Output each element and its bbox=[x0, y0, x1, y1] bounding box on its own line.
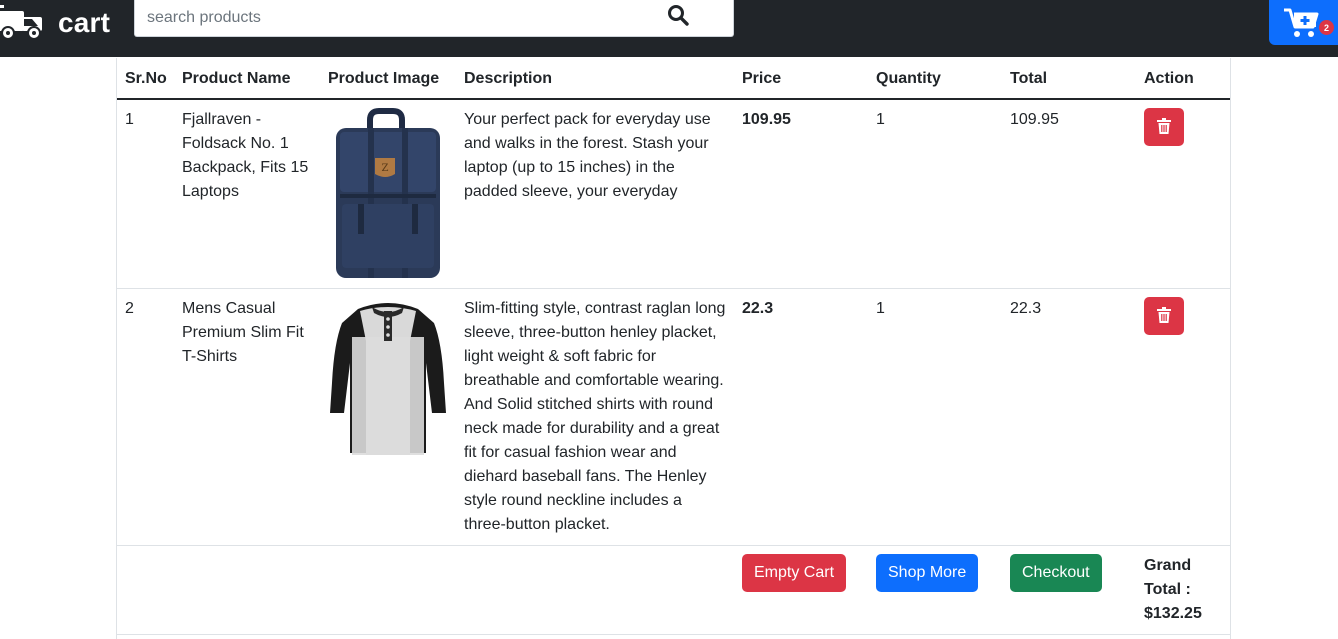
row-product-name: Fjallraven - Foldsack No. 1 Backpack, Fi… bbox=[174, 99, 320, 289]
cart-table: Sr.No Product Name Product Image Descrip… bbox=[117, 58, 1230, 635]
navbar: cart 2 bbox=[0, 0, 1338, 57]
trash-icon bbox=[1157, 306, 1171, 326]
empty-cart-button[interactable]: Empty Cart bbox=[742, 554, 847, 592]
row-action bbox=[1136, 99, 1230, 289]
table-row: 2 Mens Casual Premium Slim Fit T-Shirts bbox=[117, 288, 1230, 546]
search-box bbox=[134, 0, 734, 37]
header-product-image: Product Image bbox=[320, 58, 456, 100]
header-description: Description bbox=[456, 58, 734, 100]
row-price: 22.3 bbox=[734, 288, 868, 546]
row-total: 109.95 bbox=[1002, 99, 1136, 289]
cart-footer-row: Empty Cart Shop More Checkout Grand Tota… bbox=[117, 545, 1230, 635]
svg-text:Z: Z bbox=[382, 163, 389, 174]
row-price: 109.95 bbox=[734, 99, 868, 289]
header-total: Total bbox=[1002, 58, 1136, 100]
grand-total: Grand Total : $132.25 bbox=[1136, 545, 1230, 635]
delete-button[interactable] bbox=[1144, 297, 1184, 335]
search-button[interactable] bbox=[663, 2, 693, 32]
row-product-image bbox=[320, 288, 456, 546]
header-quantity: Quantity bbox=[868, 58, 1002, 100]
cart-count-badge: 2 bbox=[1319, 20, 1334, 35]
shop-more-button[interactable]: Shop More bbox=[876, 554, 979, 592]
brand[interactable]: cart bbox=[0, 3, 110, 43]
truck-icon bbox=[0, 3, 50, 43]
grand-total-value: $132.25 bbox=[1144, 605, 1202, 622]
checkout-button[interactable]: Checkout bbox=[1010, 554, 1102, 592]
table-header-row: Sr.No Product Name Product Image Descrip… bbox=[117, 58, 1230, 100]
row-sr-no: 1 bbox=[117, 99, 174, 289]
row-product-image: Z bbox=[320, 99, 456, 289]
row-total: 22.3 bbox=[1002, 288, 1136, 546]
row-description: Slim-fitting style, contrast raglan long… bbox=[456, 288, 734, 546]
cart-plus-icon bbox=[1283, 7, 1319, 39]
header-sr-no: Sr.No bbox=[117, 58, 174, 100]
backpack-image: Z bbox=[328, 108, 448, 280]
header-action: Action bbox=[1136, 58, 1230, 100]
search-icon bbox=[667, 4, 689, 31]
delete-button[interactable] bbox=[1144, 108, 1184, 146]
row-action bbox=[1136, 288, 1230, 546]
grand-total-label: Total : bbox=[1144, 581, 1191, 598]
cart-table-container: Sr.No Product Name Product Image Descrip… bbox=[116, 58, 1231, 639]
search-input[interactable] bbox=[135, 0, 655, 36]
row-sr-no: 2 bbox=[117, 288, 174, 546]
brand-name: cart bbox=[58, 7, 111, 38]
grand-total-label: Grand bbox=[1144, 557, 1192, 574]
table-row: 1 Fjallraven - Foldsack No. 1 Backpack, … bbox=[117, 99, 1230, 289]
cart-button[interactable]: 2 bbox=[1269, 0, 1338, 45]
row-quantity: 1 bbox=[868, 99, 1002, 289]
header-price: Price bbox=[734, 58, 868, 100]
row-quantity: 1 bbox=[868, 288, 1002, 546]
tshirt-image bbox=[328, 297, 448, 457]
row-description: Your perfect pack for everyday use and w… bbox=[456, 99, 734, 289]
row-product-name: Mens Casual Premium Slim Fit T-Shirts bbox=[174, 288, 320, 546]
trash-icon bbox=[1157, 117, 1171, 137]
header-product-name: Product Name bbox=[174, 58, 320, 100]
